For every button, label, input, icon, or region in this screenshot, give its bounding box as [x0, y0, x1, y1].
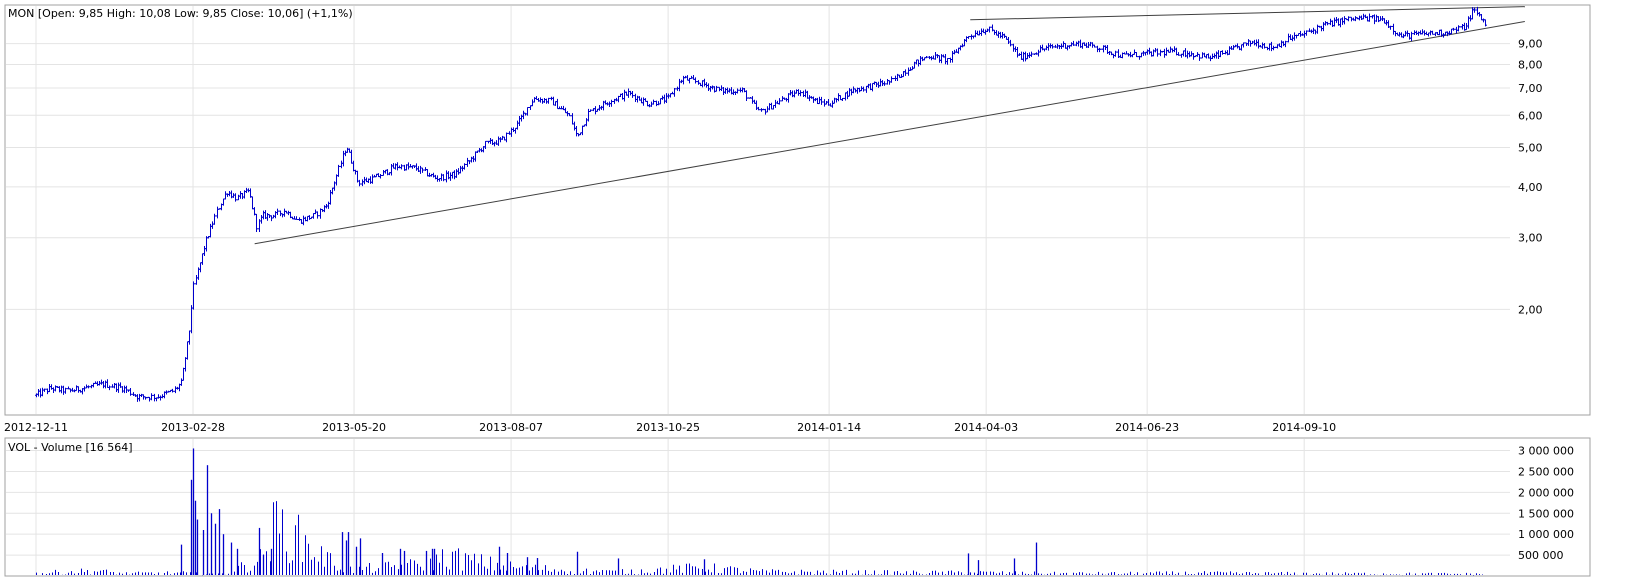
date-tick-label: 2014-06-23 [1115, 421, 1179, 434]
date-tick-label: 2012-12-11 [4, 421, 68, 434]
date-tick-label: 2013-10-25 [636, 421, 700, 434]
stock-chart: 2,00 3,00 4,00 5,00 6,00 7,00 8,00 9,00 500 000… [0, 0, 1650, 581]
date-tick-label: 2013-02-28 [161, 421, 225, 434]
price-tick-label: 4,00 [1518, 181, 1543, 194]
price-tick-label: 8,00 [1518, 58, 1543, 71]
volume-tick-label: 1 500 000 [1518, 507, 1574, 520]
price-tick-label: 9,00 [1518, 38, 1543, 51]
price-tick-label: 6,00 [1518, 109, 1543, 122]
date-tick-label: 2013-08-07 [479, 421, 543, 434]
price-tick-label: 5,00 [1518, 141, 1543, 154]
date-tick-label: 2014-04-03 [954, 421, 1018, 434]
volume-panel-title: VOL - Volume [16 564] [8, 441, 133, 454]
volume-tick-label: 1 000 000 [1518, 528, 1574, 541]
date-tick-label: 2014-01-14 [797, 421, 861, 434]
price-tick-label: 7,00 [1518, 82, 1543, 95]
chart-canvas: 2,00 3,00 4,00 5,00 6,00 7,00 8,00 9,00 500 000… [4, 4, 1591, 577]
date-tick-label: 2013-05-20 [322, 421, 386, 434]
volume-tick-label: 2 000 000 [1518, 486, 1574, 499]
volume-tick-label: 500 000 [1518, 549, 1564, 562]
price-panel-frame [4, 4, 1591, 416]
price-tick-label: 3,00 [1518, 232, 1543, 245]
volume-tick-label: 3 000 000 [1518, 445, 1574, 458]
volume-tick-label: 2 500 000 [1518, 465, 1574, 478]
date-axis-labels: 2012-12-11 2013-02-28 2013-05-20 2013-08-07… [4, 421, 1336, 434]
date-tick-label: 2014-09-10 [1272, 421, 1336, 434]
price-panel-title: MON [Open: 9,85 High: 10,08 Low: 9,85 Cl… [8, 7, 353, 20]
price-tick-label: 2,00 [1518, 303, 1543, 316]
